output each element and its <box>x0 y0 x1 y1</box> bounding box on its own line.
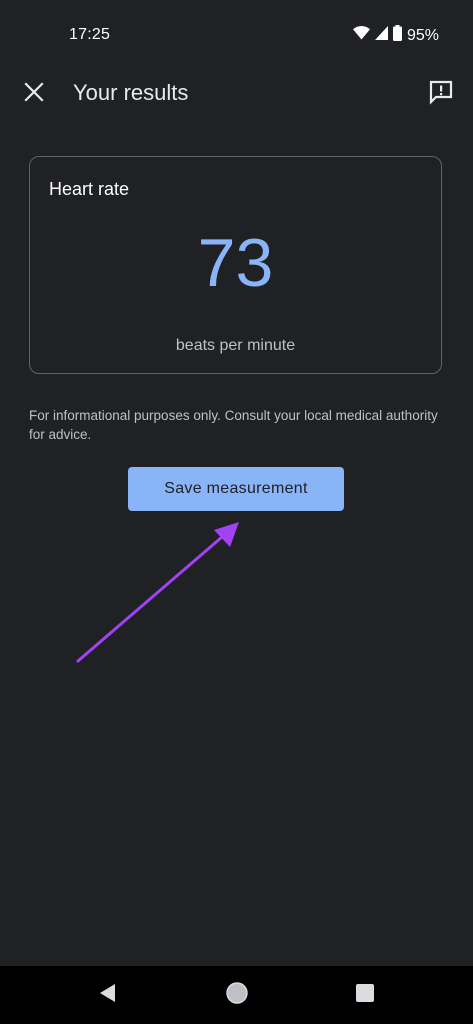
status-time: 17:25 <box>69 26 111 43</box>
app-bar: Your results <box>0 70 473 120</box>
wifi-icon <box>352 26 370 45</box>
save-measurement-button[interactable]: Save measurement <box>128 467 344 511</box>
nav-home-button[interactable] <box>222 980 252 1010</box>
annotation-arrow <box>76 522 239 663</box>
home-icon <box>225 981 249 1010</box>
heart-rate-value: 73 <box>197 225 274 301</box>
close-icon <box>24 81 44 107</box>
card-title: Heart rate <box>49 179 130 199</box>
feedback-icon <box>428 79 454 110</box>
heart-rate-unit: beats per minute <box>175 337 296 354</box>
nav-recents-button[interactable] <box>350 980 380 1010</box>
battery-icon <box>392 25 402 46</box>
status-icons: 95% <box>352 25 439 46</box>
back-icon <box>98 983 118 1008</box>
battery-percent: 95% <box>406 26 439 44</box>
navigation-bar <box>0 966 473 1024</box>
feedback-button[interactable] <box>425 78 457 110</box>
nav-back-button[interactable] <box>93 980 123 1010</box>
heart-rate-card: Heart rate 73 beats per minute <box>29 156 442 374</box>
cell-signal-icon <box>374 26 388 45</box>
disclaimer-text: For informational purposes only. Consult… <box>29 408 438 442</box>
recents-icon <box>355 983 375 1008</box>
page-title: Your results <box>73 80 189 105</box>
status-bar: 17:25 95% <box>0 0 473 70</box>
close-button[interactable] <box>18 78 50 110</box>
